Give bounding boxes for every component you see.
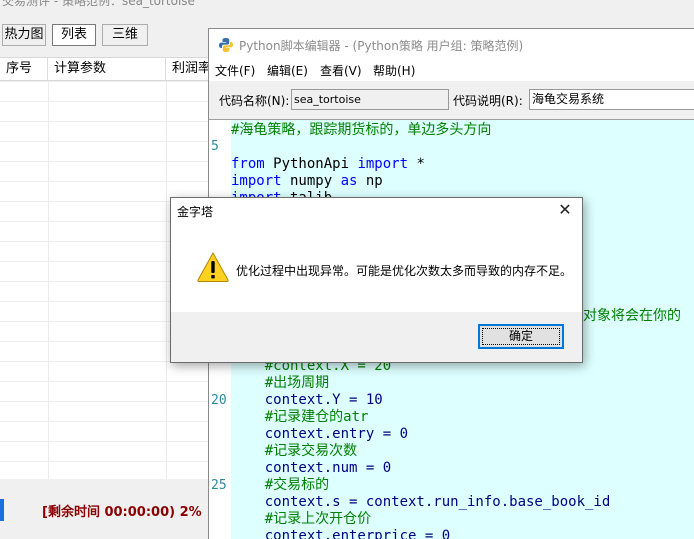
editor-title: Python脚本编辑器 - (Python策略 用户组: 策略范例) xyxy=(239,39,524,53)
code-info-bar: 代码名称(N): sea_tortoise 代码说明(R): 海龟交易系统 xyxy=(209,87,694,115)
code-line: from PythonApi import * xyxy=(231,156,425,172)
editor-menubar: 文件(F) 编辑(E) 查看(V) 帮助(H) xyxy=(209,59,694,81)
column-header-index[interactable]: 序号 xyxy=(0,58,48,80)
code-line: #记录建仓的atr xyxy=(231,409,369,425)
code-line: #出场周期 xyxy=(231,375,330,391)
code-line: #交易标的 xyxy=(231,477,330,493)
code-line: context.s = context.run_info.base_book_i… xyxy=(231,494,611,510)
code-name-label: 代码名称(N): xyxy=(219,94,290,108)
progress-indicator xyxy=(0,499,4,521)
error-dialog: 金字塔 ✕ 优化过程中出现异常。可能是优化次数太多而导致的内存不足。 确定 xyxy=(170,197,583,363)
ok-button[interactable]: 确定 xyxy=(478,324,564,349)
tab-list[interactable]: 列表 xyxy=(52,24,96,46)
tab-heatmap[interactable]: 热力图 xyxy=(2,24,46,46)
code-line: context.enterprice = 0 xyxy=(231,528,451,539)
code-line: #记录上次开仓价 xyxy=(231,511,372,527)
code-line: context.Y = 10 xyxy=(231,392,383,408)
dialog-title: 金字塔 xyxy=(177,205,214,219)
code-line: import numpy as np xyxy=(231,173,383,189)
code-desc-label: 代码说明(R): xyxy=(453,94,523,108)
code-name-field[interactable]: sea_tortoise xyxy=(291,89,449,110)
python-icon xyxy=(219,38,233,52)
status-remaining-time: [剩余时间 00:00:00) 2% xyxy=(42,505,202,520)
dialog-footer: 确定 xyxy=(171,312,582,362)
code-line: #海龟策略，跟踪期货标的，单边多头方向 xyxy=(231,122,492,138)
grid-divider xyxy=(166,81,167,479)
warning-icon xyxy=(197,251,229,282)
dialog-message: 优化过程中出现异常。可能是优化次数太多而导致的内存不足。 xyxy=(236,264,573,278)
column-header-profit-rate[interactable]: 利润率 xyxy=(166,58,212,80)
code-desc-field[interactable]: 海龟交易系统 xyxy=(529,89,694,110)
code-line: context.num = 0 xyxy=(231,460,392,476)
editor-titlebar[interactable]: Python脚本编辑器 - (Python策略 用户组: 策略范例) xyxy=(209,29,694,59)
line-number: 20 xyxy=(211,393,227,408)
close-icon[interactable]: ✕ xyxy=(556,201,574,219)
code-line: context.entry = 0 xyxy=(231,426,409,442)
results-table-header: 序号 计算参数 利润率 xyxy=(0,57,212,81)
window-title: 交易测评 - 策略范例：sea_tortoise xyxy=(2,0,195,8)
menu-view[interactable]: 查看(V) xyxy=(320,62,362,79)
line-number: 25 xyxy=(211,478,227,493)
tab-3d[interactable]: 三维 xyxy=(102,24,148,46)
line-number: 5 xyxy=(211,139,219,154)
code-line: 对象将会在你的 xyxy=(583,308,681,324)
menu-edit[interactable]: 编辑(E) xyxy=(267,62,308,79)
menu-file[interactable]: 文件(F) xyxy=(215,62,255,79)
horizontal-scrollbar[interactable] xyxy=(0,479,212,487)
code-line: #记录交易次数 xyxy=(231,443,358,459)
column-header-params[interactable]: 计算参数 xyxy=(48,58,166,80)
menu-help[interactable]: 帮助(H) xyxy=(373,62,415,79)
grid-divider xyxy=(48,81,49,479)
